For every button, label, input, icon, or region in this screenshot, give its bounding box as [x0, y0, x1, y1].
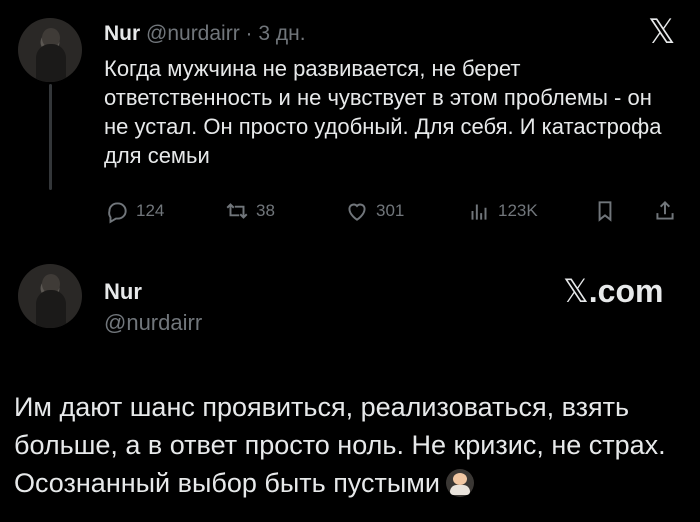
views-count: 123K	[498, 201, 538, 220]
tweet-text: Когда мужчина не развивается, не берет о…	[104, 56, 662, 168]
share-icon	[656, 200, 674, 220]
author-name[interactable]: Nur	[104, 22, 140, 45]
tweet-text-content: Им дают шанс проявиться, реализоваться, …	[14, 392, 666, 498]
like-count: 301	[376, 201, 405, 220]
avatar[interactable]	[18, 264, 82, 328]
like-button[interactable]: 301	[344, 196, 404, 226]
avatar[interactable]	[18, 18, 82, 82]
tweet1-header: Nur @nurdairr · 3 дн.	[104, 22, 306, 46]
retweet-count: 38	[256, 201, 275, 220]
retweet-icon	[226, 203, 248, 219]
views-button[interactable]: 123K	[466, 196, 538, 226]
author-handle[interactable]: @nurdairr	[104, 310, 202, 336]
reply-icon	[108, 202, 127, 224]
thread-line	[49, 84, 52, 190]
xcom-logo: 𝕏.com	[563, 272, 663, 310]
avatar-body	[36, 290, 66, 328]
share-button[interactable]	[652, 196, 684, 226]
views-chart-icon	[471, 204, 487, 220]
heart-icon	[348, 203, 366, 221]
bookmark-icon	[598, 201, 612, 222]
reply-count: 124	[136, 201, 165, 220]
author-handle[interactable]: @nurdairr	[146, 22, 240, 45]
bookmark-button[interactable]	[592, 196, 624, 226]
x-logo-icon: 𝕏	[648, 13, 676, 51]
separator-dot: ·	[245, 22, 253, 45]
x-logo-icon: 𝕏	[563, 273, 589, 309]
tweet-actions: 124 38 301 123K	[104, 196, 680, 226]
person-emoji-icon	[445, 469, 474, 497]
reply-button[interactable]: 124	[104, 196, 164, 226]
avatar-body	[36, 44, 66, 82]
xcom-suffix: .com	[588, 273, 664, 309]
tweet-text: Им дают шанс проявиться, реализоваться, …	[14, 388, 686, 502]
timestamp[interactable]: 3 дн.	[258, 22, 305, 45]
retweet-button[interactable]: 38	[224, 196, 275, 226]
author-name[interactable]: Nur	[104, 279, 142, 305]
